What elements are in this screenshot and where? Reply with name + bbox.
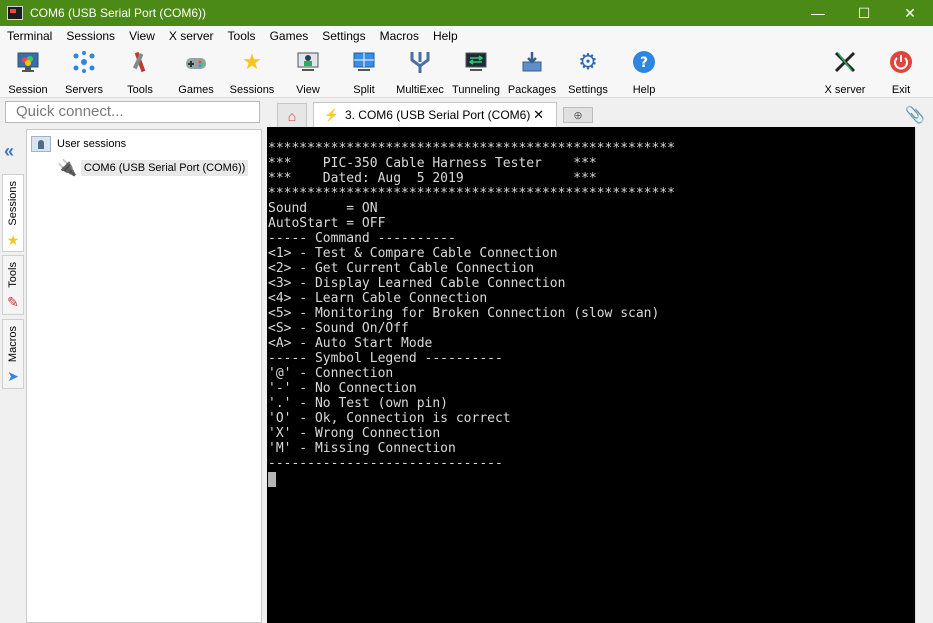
mobaxterm-window: COM6 (USB Serial Port (COM6)) — ☐ ✕ Term… — [0, 0, 933, 623]
terminal-line: '@' - Connection — [268, 366, 394, 381]
menu-settings[interactable]: Settings — [315, 26, 372, 46]
terminal-output[interactable]: ****************************************… — [267, 127, 915, 623]
terminal-line: *** Dated: Aug 5 2019 *** — [268, 171, 597, 186]
view-button[interactable]: View — [280, 48, 336, 96]
gamepad-icon — [184, 50, 208, 74]
terminal-line: <1> - Test & Compare Cable Connection — [268, 246, 558, 261]
terminal-line: <S> - Sound On/Off — [268, 321, 409, 336]
tools-icon — [128, 50, 152, 74]
star-icon: ★ — [6, 231, 20, 248]
close-button[interactable]: ✕ — [887, 0, 933, 26]
terminal-line: Sound = ON — [268, 201, 378, 216]
terminal-line: AutoStart = OFF — [268, 216, 386, 231]
power-icon — [889, 50, 913, 74]
terminal-line: <A> - Auto Start Mode — [268, 336, 433, 351]
menu-help[interactable]: Help — [426, 26, 465, 46]
tab-bar: ⌂ ⚡ 3. COM6 (USB Serial Port (COM6) ✕ ⊕ … — [267, 101, 933, 127]
terminal-line: *** PIC-350 Cable Harness Tester *** — [268, 156, 597, 171]
terminal-line: ------------------------------ — [268, 456, 503, 471]
terminal-line: <2> - Get Current Cable Connection — [268, 261, 535, 276]
send-icon: ➤ — [7, 368, 19, 385]
terminal-line: 'M' - Missing Connection — [268, 441, 456, 456]
terminal-scrollbar[interactable] — [915, 127, 933, 623]
menu-view[interactable]: View — [122, 26, 162, 46]
split-button[interactable]: Split — [336, 48, 392, 96]
session-button[interactable]: Session — [0, 48, 56, 96]
tab-close-icon[interactable]: ✕ — [533, 107, 544, 123]
terminal-line: 'X' - Wrong Connection — [268, 426, 441, 441]
menu-terminal[interactable]: Terminal — [0, 26, 59, 46]
menu-macros[interactable]: Macros — [373, 26, 426, 46]
star-icon: ★ — [242, 49, 262, 74]
user-folder-icon — [31, 136, 51, 152]
xserver-icon — [833, 50, 857, 74]
collapse-sidebar-icon[interactable]: « — [4, 141, 14, 162]
svg-text:?: ? — [640, 55, 648, 71]
title-bar: COM6 (USB Serial Port (COM6)) — ☐ ✕ — [0, 0, 933, 26]
servers-icon — [72, 50, 96, 74]
terminal-line: ****************************************… — [268, 186, 675, 201]
terminal-line: '.' - No Test (own pin) — [268, 396, 449, 411]
serial-plug-icon: ⚡ — [324, 108, 339, 122]
side-tab-strip: « Sessions ★ Tools ✎ Macros ➤ — [0, 129, 26, 623]
sessions-panel: User sessions 🔌 COM6 (USB Serial Port (C… — [26, 129, 262, 623]
menu-xserver[interactable]: X server — [162, 26, 221, 46]
menu-games[interactable]: Games — [263, 26, 316, 46]
tools-button[interactable]: Tools — [112, 48, 168, 96]
tab-label: 3. COM6 (USB Serial Port (COM6) — [344, 108, 531, 122]
app-icon — [7, 6, 23, 20]
side-tab-sessions[interactable]: Sessions ★ — [2, 174, 24, 252]
settings-button[interactable]: ⚙ Settings — [560, 48, 616, 96]
tunneling-button[interactable]: Tunneling — [448, 48, 504, 96]
games-button[interactable]: Games — [168, 48, 224, 96]
terminal-line: ----- Symbol Legend ---------- — [268, 351, 503, 366]
paperclip-icon[interactable]: 📎 — [905, 105, 925, 125]
terminal-line: ----- Command ---------- — [268, 231, 456, 246]
terminal-cursor — [268, 472, 276, 487]
servers-button[interactable]: Servers — [56, 48, 112, 96]
multiexec-button[interactable]: MultiExec — [392, 48, 448, 96]
menu-bar: Terminal Sessions View X server Tools Ga… — [0, 26, 933, 46]
sessions-button[interactable]: ★ Sessions — [224, 48, 280, 96]
session-item-com6[interactable]: 🔌 COM6 (USB Serial Port (COM6)) — [57, 158, 249, 178]
home-tab[interactable]: ⌂ — [277, 103, 307, 127]
tunneling-icon — [464, 50, 488, 74]
packages-button[interactable]: Packages — [504, 48, 560, 96]
monitor-icon — [16, 50, 40, 74]
maximize-button[interactable]: ☐ — [841, 0, 887, 26]
user-sessions-folder[interactable]: User sessions — [31, 136, 126, 152]
multiexec-icon — [408, 50, 432, 74]
terminal-line: 'O' - Ok, Connection is correct — [268, 411, 511, 426]
help-icon: ? — [632, 50, 656, 74]
window-title: COM6 (USB Serial Port (COM6)) — [30, 6, 207, 20]
side-tab-tools[interactable]: Tools ✎ — [2, 255, 24, 315]
gear-icon: ⚙ — [578, 49, 598, 74]
terminal-line: <4> - Learn Cable Connection — [268, 291, 488, 306]
packages-icon — [520, 50, 544, 74]
menu-tools[interactable]: Tools — [221, 26, 263, 46]
terminal-line: '-' - No Connection — [268, 381, 417, 396]
terminal-line: <3> - Display Learned Cable Connection — [268, 276, 566, 291]
terminal-line: <5> - Monitoring for Broken Connection (… — [268, 306, 660, 321]
tools-icon: ✎ — [7, 293, 19, 310]
plus-icon: ⊕ — [573, 109, 583, 122]
menu-sessions[interactable]: Sessions — [59, 26, 122, 46]
view-icon — [296, 50, 320, 74]
minimize-button[interactable]: — — [795, 0, 841, 26]
toolbar: Session Servers Tools Games ★ Sessions V… — [0, 46, 933, 98]
terminal-line: ****************************************… — [268, 141, 675, 156]
xserver-button[interactable]: X server — [817, 48, 873, 96]
quick-connect-input[interactable]: Quick connect... — [5, 101, 260, 123]
serial-plug-icon: 🔌 — [57, 160, 77, 177]
split-icon — [352, 50, 376, 74]
exit-button[interactable]: Exit — [873, 48, 929, 96]
tab-com6[interactable]: ⚡ 3. COM6 (USB Serial Port (COM6) ✕ — [313, 102, 557, 127]
side-tab-macros[interactable]: Macros ➤ — [2, 319, 24, 389]
new-tab-button[interactable]: ⊕ — [563, 107, 593, 123]
home-icon: ⌂ — [287, 107, 297, 124]
help-button[interactable]: ? Help — [616, 48, 672, 96]
